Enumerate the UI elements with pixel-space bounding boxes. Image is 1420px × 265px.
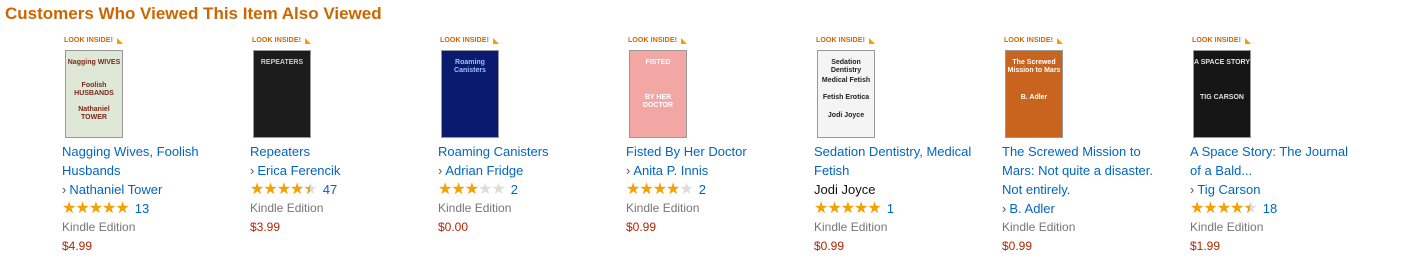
stars-icon: ★★★★★★★★★★ <box>626 180 694 198</box>
price: $0.00 <box>438 220 469 234</box>
star-rating[interactable]: ★★★★★★★★★★ 2 <box>626 180 806 199</box>
cover-text: Roaming Canisters <box>454 59 486 74</box>
price: $4.99 <box>62 239 93 253</box>
product-card: Sedation Dentistry Medical Fetish Fetish E… <box>814 37 994 256</box>
author-link[interactable]: › Erica Ferencik <box>250 161 430 180</box>
author-name: Jodi Joyce <box>814 182 876 197</box>
author-link[interactable]: › Anita P. Innis <box>626 161 806 180</box>
cover-link[interactable]: FISTED BY HER DOCTOR LOOK INSIDE! <box>626 37 696 138</box>
review-count-link[interactable]: 18 <box>1263 199 1277 218</box>
format-label: Kindle Edition <box>1190 220 1264 234</box>
product-title-link[interactable]: A Space Story: The Journal of a Bald... <box>1190 142 1360 180</box>
format-label: Kindle Edition <box>250 201 324 215</box>
book-cover-image[interactable]: Sedation Dentistry Medical Fetish Fetish E… <box>817 50 875 138</box>
product-title-link[interactable]: Roaming Canisters <box>438 142 618 161</box>
cover-link[interactable]: Nagging WIVES Foolish HUSBANDS Nathaniel T… <box>62 37 132 138</box>
format-label: Kindle Edition <box>626 201 700 215</box>
cover-link[interactable]: A SPACE STORY TIG CARSON LOOK INSIDE! <box>1190 37 1260 138</box>
product-title-link[interactable]: The Screwed Mission to Mars: Not quite a… <box>1002 142 1172 199</box>
star-rating[interactable]: ★★★★★ ★★★★★ 1 <box>814 199 994 218</box>
product-card: Nagging WIVES Foolish HUSBANDS Nathaniel T… <box>62 37 242 256</box>
product-title-link[interactable]: Sedation Dentistry, Medical Fetish <box>814 142 994 180</box>
cover-text: B. Adler <box>1020 94 1048 101</box>
price: $0.99 <box>814 239 845 253</box>
cover-text: Jodi Joyce <box>827 111 865 119</box>
product-carousel: Nagging WIVES Foolish HUSBANDS Nathaniel T… <box>0 37 1420 265</box>
cover-text: FISTED <box>645 59 671 66</box>
format-label: Kindle Edition <box>438 201 512 215</box>
author-link[interactable]: › B. Adler <box>1002 199 1172 218</box>
review-count-link[interactable]: 47 <box>323 180 337 199</box>
star-rating[interactable]: ★★★★★ ★★★★★ 18 <box>1190 199 1360 218</box>
cover-text: BY HER DOCTOR <box>642 94 674 109</box>
format-label: Kindle Edition <box>1002 220 1076 234</box>
chevron-right-icon: › <box>1002 201 1007 216</box>
cover-text: Foolish HUSBANDS <box>74 82 114 98</box>
format-label: Kindle Edition <box>62 220 136 234</box>
cover-text: Sedation Dentistry <box>830 59 862 74</box>
format-label: Kindle Edition <box>814 220 888 234</box>
cover-text: A SPACE STORY <box>1194 59 1251 66</box>
carousel-header: Customers Who Viewed This Item Also View… <box>5 4 382 23</box>
cover-text: Medical Fetish <box>821 76 871 84</box>
author-link[interactable]: › Nathaniel Tower <box>62 180 242 199</box>
look-inside-badge: LOOK INSIDE! <box>62 37 124 44</box>
chevron-right-icon: › <box>438 163 443 178</box>
price: $1.99 <box>1190 239 1221 253</box>
price: $0.99 <box>626 220 657 234</box>
look-inside-badge: LOOK INSIDE! <box>814 37 876 44</box>
look-inside-badge: LOOK INSIDE! <box>626 37 688 44</box>
stars-icon: ★★★★★★★★★★ <box>62 199 130 217</box>
author-link[interactable]: › Tig Carson <box>1190 180 1360 199</box>
cover-link[interactable]: Sedation Dentistry Medical Fetish Fetish E… <box>814 37 884 138</box>
chevron-right-icon: › <box>250 163 255 178</box>
stars-icon: ★★★★★★★★★★ <box>250 180 318 198</box>
review-count-link[interactable]: 1 <box>887 199 894 218</box>
chevron-right-icon: › <box>626 163 631 178</box>
book-cover-image[interactable]: REPEATERS <box>253 50 311 138</box>
book-cover-image[interactable]: Nagging WIVES Foolish HUSBANDS Nathaniel T… <box>65 50 123 138</box>
cover-link[interactable]: Roaming Canisters LOOK INSIDE! <box>438 37 508 138</box>
cover-text: Nathaniel TOWER <box>78 105 110 121</box>
review-count-link[interactable]: 2 <box>511 180 518 199</box>
look-inside-badge: LOOK INSIDE! <box>1002 37 1064 44</box>
product-card: REPEATERS LOOK INSIDE! Repeaters › Erica … <box>250 37 430 237</box>
review-count-link[interactable]: 2 <box>699 180 706 199</box>
look-inside-badge: LOOK INSIDE! <box>1190 37 1252 44</box>
product-card: The Screwed Mission to Mars B. Adler LOOK… <box>1002 37 1172 256</box>
cover-text: Nagging WIVES <box>67 59 121 66</box>
stars-icon: ★★★★★★★★★★ <box>814 199 882 217</box>
product-card: A SPACE STORY TIG CARSON LOOK INSIDE! A S… <box>1190 37 1360 256</box>
chevron-right-icon: › <box>62 182 67 197</box>
author-link[interactable]: › Adrian Fridge <box>438 161 618 180</box>
cover-text: Fetish Erotica <box>822 94 870 101</box>
product-card: Roaming Canisters LOOK INSIDE! Roaming C… <box>438 37 618 237</box>
cover-text: TIG CARSON <box>1200 94 1244 101</box>
stars-icon: ★★★★★★★★★★ <box>1190 199 1258 217</box>
star-rating[interactable]: ★★★★★ ★★★★★ 13 <box>62 199 242 218</box>
star-rating[interactable]: ★★★★★ ★★★★★ 47 <box>250 180 430 199</box>
book-cover-image[interactable]: A SPACE STORY TIG CARSON <box>1193 50 1251 138</box>
price: $3.99 <box>250 220 281 234</box>
cover-link[interactable]: The Screwed Mission to Mars B. Adler LOOK… <box>1002 37 1072 138</box>
book-cover-image[interactable]: Roaming Canisters <box>441 50 499 138</box>
review-count-link[interactable]: 13 <box>135 199 149 218</box>
look-inside-badge: LOOK INSIDE! <box>438 37 500 44</box>
chevron-right-icon: › <box>1190 182 1195 197</box>
look-inside-badge: LOOK INSIDE! <box>250 37 312 44</box>
stars-icon: ★★★★★★★★★★ <box>438 180 506 198</box>
book-cover-image[interactable]: FISTED BY HER DOCTOR <box>629 50 687 138</box>
price: $0.99 <box>1002 239 1033 253</box>
product-title-link[interactable]: Fisted By Her Doctor <box>626 142 806 161</box>
product-card: FISTED BY HER DOCTOR LOOK INSIDE! Fisted … <box>626 37 806 237</box>
cover-link[interactable]: REPEATERS LOOK INSIDE! <box>250 37 320 138</box>
product-title-link[interactable]: Nagging Wives, Foolish Husbands <box>62 142 242 180</box>
product-title-link[interactable]: Repeaters <box>250 142 430 161</box>
star-rating[interactable]: ★★★★★★★★★★ 2 <box>438 180 618 199</box>
book-cover-image[interactable]: The Screwed Mission to Mars B. Adler <box>1005 50 1063 138</box>
cover-text: The Screwed Mission to Mars <box>1007 59 1061 74</box>
cover-text: REPEATERS <box>260 59 304 66</box>
